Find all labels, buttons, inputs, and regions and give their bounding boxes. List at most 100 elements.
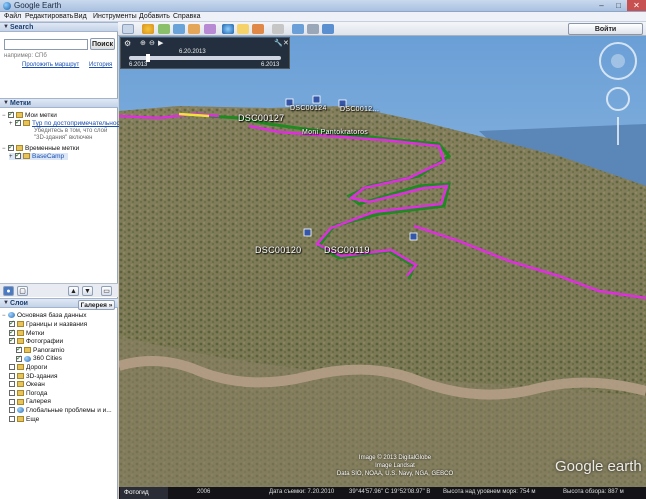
gallery-button[interactable]: Галерея »: [78, 300, 115, 310]
checkbox-icon[interactable]: [8, 110, 14, 119]
terrain-render[interactable]: [119, 36, 646, 487]
camera-icon: [17, 338, 24, 345]
print-icon[interactable]: [307, 24, 319, 34]
checkbox-icon[interactable]: [9, 415, 15, 422]
layers-panel-title: Слои: [10, 300, 28, 307]
menu-edit[interactable]: Редактировать: [25, 13, 73, 20]
checkbox-icon[interactable]: [15, 118, 21, 127]
layer-item[interactable]: Глобальные проблемы и и...: [9, 407, 112, 414]
gallery-button-label: Галерея: [80, 302, 107, 309]
track-label[interactable]: Moni Pantokratoros: [302, 129, 368, 136]
sightseeing-tour-link[interactable]: Тур по достопримечательнос: [32, 120, 120, 127]
tree-sightseeing[interactable]: +Тур по достопримечательнос: [9, 118, 120, 127]
image-overlay-icon[interactable]: [188, 24, 200, 34]
checkbox-icon[interactable]: [16, 354, 22, 362]
move-down-icon[interactable]: ▼: [82, 286, 93, 296]
search-places-icon[interactable]: ●: [3, 286, 14, 296]
search-panel-header[interactable]: ▼ Search: [0, 22, 118, 32]
search-button[interactable]: Поиск: [90, 38, 115, 50]
layer-item[interactable]: Погода: [9, 390, 47, 397]
layer-label: Дороги: [26, 364, 48, 371]
photo-label-dsc00125[interactable]: DSC0012...: [340, 106, 379, 113]
close-slider-icon[interactable]: ✕: [283, 39, 289, 47]
tour-guide-button[interactable]: Фотогид: [120, 487, 168, 499]
layer-item[interactable]: 360 Cities: [16, 354, 62, 362]
historical-imagery-slider[interactable]: ⚙ ⊕ ⊖ ▶ 🔧 ✕ 6.20.2013 6.2013 6.2013: [120, 37, 290, 69]
layer-item[interactable]: Еще: [9, 416, 39, 423]
time-thumb[interactable]: [146, 54, 150, 62]
checkbox-icon[interactable]: [9, 390, 15, 397]
folder-icon: [17, 415, 24, 422]
tree-basecamp[interactable]: +BaseCamp: [9, 151, 69, 160]
checkbox-icon[interactable]: [9, 336, 15, 345]
close-button[interactable]: ✕: [627, 0, 646, 11]
menu-file[interactable]: Файл: [4, 13, 21, 20]
zoom-in-time-icon[interactable]: ⊕: [140, 39, 146, 47]
layer-item[interactable]: Галерея: [9, 398, 51, 405]
ruler-icon[interactable]: [272, 24, 284, 34]
planets-icon[interactable]: [252, 24, 264, 34]
layer-item[interactable]: 3D-здания: [9, 373, 57, 380]
move-up-icon[interactable]: ▲: [68, 286, 79, 296]
layer-item[interactable]: Океан: [9, 381, 45, 388]
placemark-icon[interactable]: [142, 24, 154, 34]
menu-help[interactable]: Справка: [173, 13, 200, 20]
tree-temp-places[interactable]: −Временные метки: [2, 143, 79, 152]
photo-label-dsc00119[interactable]: DSC00119: [324, 245, 370, 255]
layer-item[interactable]: Дороги: [9, 364, 47, 371]
history-link[interactable]: История: [89, 62, 112, 68]
time-track[interactable]: [129, 56, 281, 60]
tree-my-places[interactable]: −Мои метки: [2, 110, 57, 119]
checkbox-icon[interactable]: [9, 398, 15, 405]
zoom-out-time-icon[interactable]: ⊖: [149, 39, 155, 47]
coordinates: 39°44'57.96" С 19°52'08.97" В: [349, 489, 431, 495]
maximize-button[interactable]: □: [610, 0, 627, 11]
photo-label-dsc00120[interactable]: DSC00120: [255, 245, 301, 255]
wrench-icon[interactable]: 🔧: [274, 39, 283, 47]
panel-toggle-icon[interactable]: ▭: [101, 286, 112, 296]
minimize-button[interactable]: –: [593, 0, 610, 11]
menu-tools[interactable]: Инструменты: [93, 13, 137, 20]
checkbox-icon[interactable]: [9, 381, 15, 388]
earth-3d-view[interactable]: [119, 36, 646, 487]
photo-marker[interactable]: [303, 228, 312, 237]
photo-label-dsc00127[interactable]: DSC00127: [238, 113, 284, 123]
left-sidebar: ▼ Search Поиск например: СПб Проложить м…: [0, 22, 120, 499]
checkbox-icon[interactable]: [9, 364, 15, 371]
eye-altitude: Высота обзора: 887 м: [563, 489, 624, 495]
look-center-icon[interactable]: [611, 54, 625, 68]
menu-add[interactable]: Добавить: [139, 13, 170, 20]
menu-view[interactable]: Вид: [74, 13, 87, 20]
search-input[interactable]: [4, 39, 88, 50]
photo-marker[interactable]: [312, 95, 321, 104]
checkbox-icon[interactable]: [8, 143, 14, 152]
places-panel-header[interactable]: ▼ Метки: [0, 98, 118, 108]
checkbox-icon[interactable]: [9, 372, 15, 379]
sign-in-button[interactable]: Войти: [568, 23, 643, 35]
settings-wrench-icon[interactable]: ⚙: [124, 39, 131, 48]
checkbox-icon[interactable]: [9, 328, 15, 336]
slider-current-date: 6.20.2013: [179, 49, 206, 55]
sunlight-icon[interactable]: [237, 24, 249, 34]
checkbox-icon[interactable]: [9, 319, 15, 328]
sidebar-toggle-icon[interactable]: [122, 24, 134, 34]
email-icon[interactable]: [292, 24, 304, 34]
tree-primary-database[interactable]: − Основная база данных: [2, 312, 87, 319]
photo-marker[interactable]: [409, 232, 418, 241]
historical-imagery-icon[interactable]: [222, 24, 234, 34]
directions-link[interactable]: Проложить маршрут: [22, 62, 79, 68]
checkbox-icon[interactable]: [16, 345, 22, 354]
navigation-controls[interactable]: [595, 41, 641, 151]
checkbox-icon[interactable]: [15, 151, 21, 160]
google-maps-icon[interactable]: [322, 24, 334, 34]
polygon-icon[interactable]: [158, 24, 170, 34]
filter-icon[interactable]: ▢: [17, 286, 28, 296]
layer-item[interactable]: Panoramio: [16, 345, 64, 354]
record-tour-icon[interactable]: [204, 24, 216, 34]
photo-label-dsc00124[interactable]: DSC00124: [290, 105, 327, 112]
move-joystick-icon[interactable]: [606, 87, 630, 111]
checkbox-icon[interactable]: [9, 407, 15, 414]
path-icon[interactable]: [173, 24, 185, 34]
play-icon[interactable]: ▶: [158, 39, 163, 47]
layer-item[interactable]: Границы и названия: [9, 319, 87, 328]
